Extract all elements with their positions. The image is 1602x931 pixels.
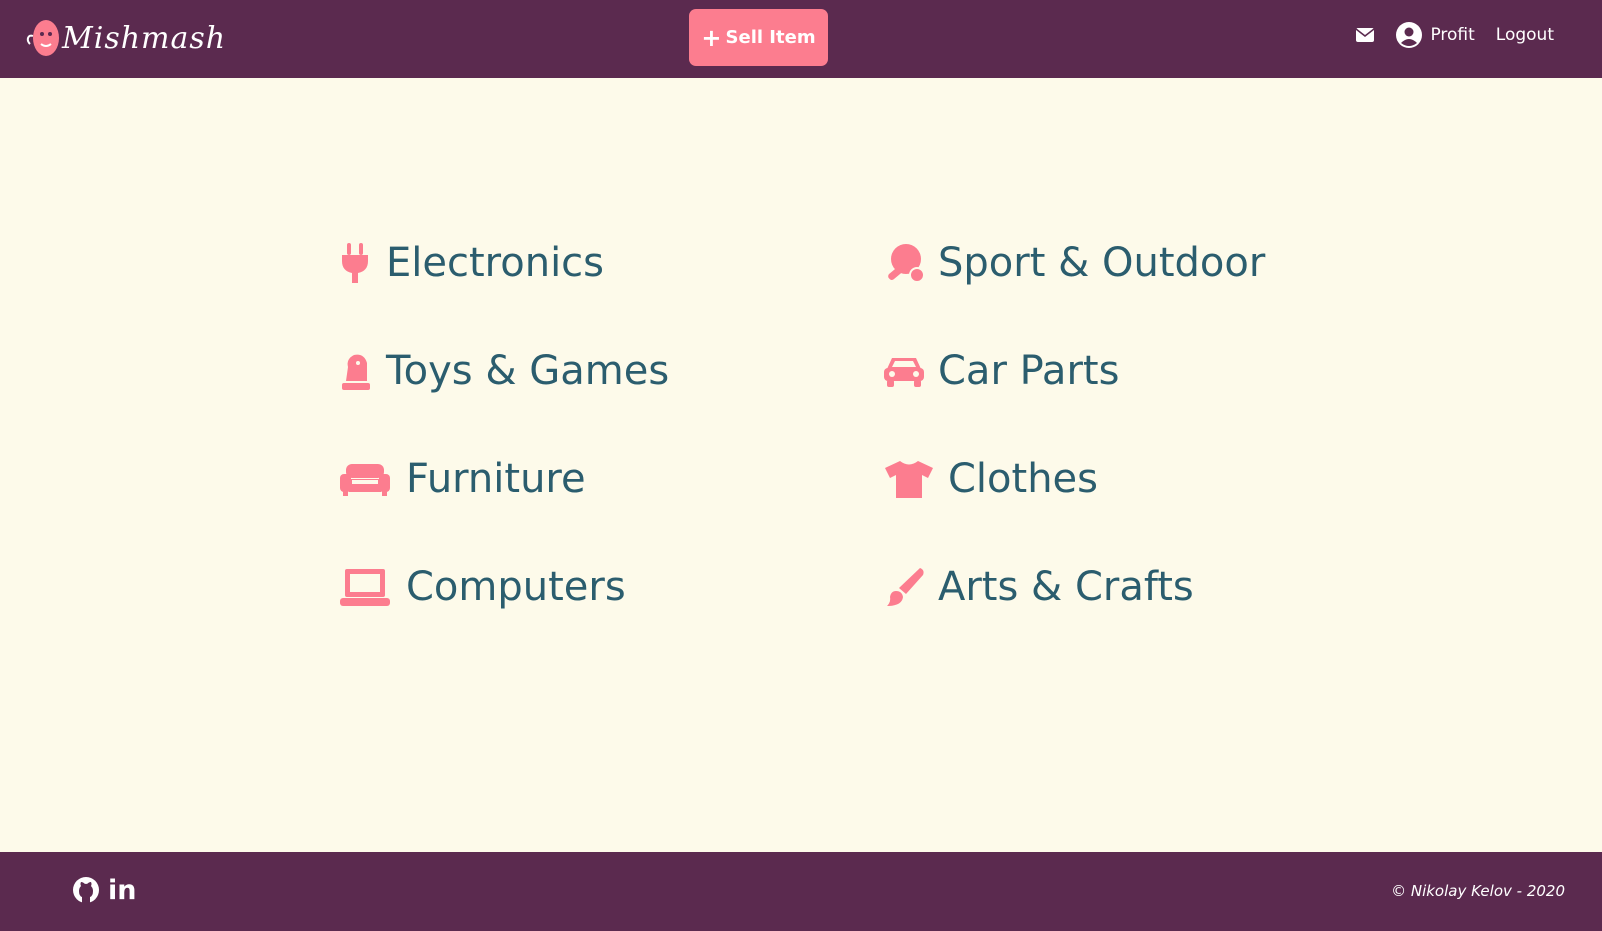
plus-icon: + [701, 23, 722, 52]
copyright-text: © Nikolay Kelov - 2020 [1391, 882, 1565, 900]
laptop-icon [340, 567, 390, 607]
profile-label: Profit [1430, 25, 1475, 45]
category-toys-games[interactable]: Toys & Games [340, 348, 669, 394]
top-navbar: Mishmash + Sell Item Profit Logout [0, 0, 1602, 78]
category-label: Toys & Games [386, 348, 670, 394]
category-label: Arts & Crafts [938, 564, 1194, 610]
logo[interactable]: Mishmash [26, 12, 226, 64]
category-arts-crafts[interactable]: Arts & Crafts [884, 564, 1194, 610]
social-links: in [72, 876, 136, 904]
user-menu: Profit Logout [1356, 18, 1554, 52]
sell-item-label: Sell Item [725, 27, 816, 48]
footer: in © Nikolay Kelov - 2020 [0, 852, 1602, 931]
category-label: Car Parts [938, 348, 1120, 394]
linkedin-icon[interactable]: in [108, 877, 136, 904]
sell-item-button[interactable]: + Sell Item [689, 9, 828, 66]
category-label: Sport & Outdoor [938, 240, 1266, 286]
chess-knight-icon [340, 351, 370, 391]
github-icon[interactable] [72, 876, 100, 904]
logo-text: Mishmash [62, 20, 227, 56]
table-tennis-icon [884, 242, 926, 284]
plug-icon [340, 241, 370, 285]
category-electronics[interactable]: Electronics [340, 240, 604, 286]
car-icon [884, 354, 924, 388]
category-sport-outdoor[interactable]: Sport & Outdoor [884, 240, 1265, 286]
user-circle-icon [1396, 22, 1423, 48]
logout-link[interactable]: Logout [1496, 25, 1554, 45]
category-car-parts[interactable]: Car Parts [884, 348, 1119, 394]
logo-mascot-icon [26, 20, 59, 56]
category-computers[interactable]: Computers [340, 564, 626, 610]
category-label: Clothes [948, 456, 1098, 502]
profile-link[interactable]: Profit [1396, 22, 1475, 48]
envelope-icon[interactable] [1356, 28, 1375, 42]
category-label: Electronics [386, 240, 605, 286]
category-furniture[interactable]: Furniture [340, 456, 586, 502]
category-clothes[interactable]: Clothes [884, 456, 1098, 502]
category-label: Furniture [406, 456, 586, 502]
tshirt-icon [884, 459, 934, 499]
paint-brush-icon [884, 566, 926, 608]
couch-icon [340, 462, 390, 496]
category-label: Computers [406, 564, 626, 610]
